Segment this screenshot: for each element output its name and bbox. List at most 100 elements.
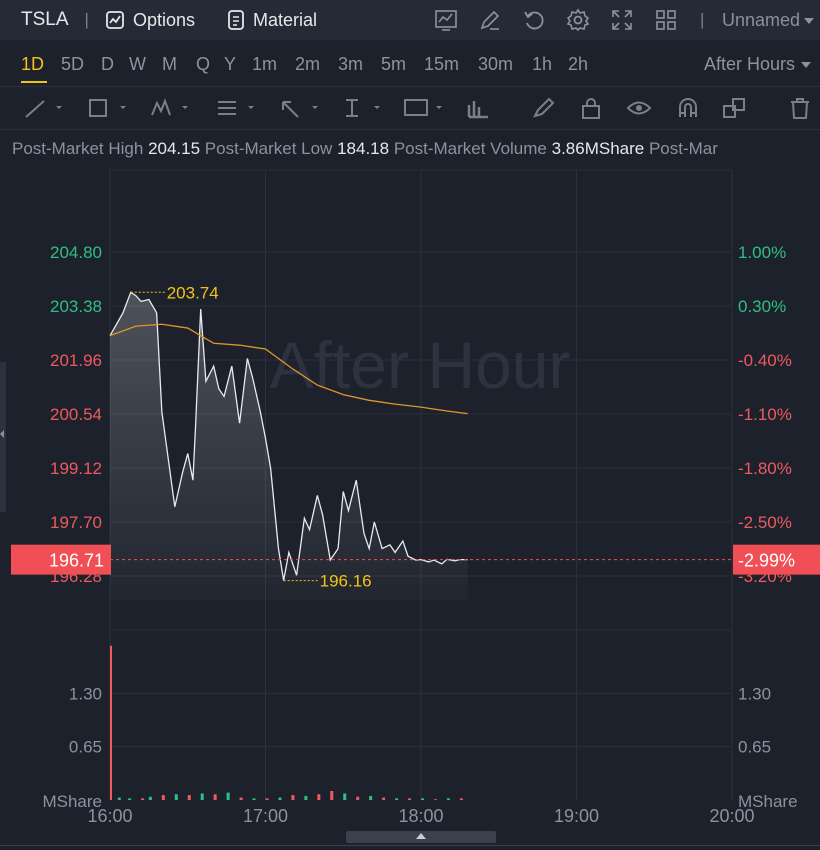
volume-bar xyxy=(226,792,230,800)
volume-bar xyxy=(148,796,152,800)
toolbar-icons xyxy=(434,8,698,32)
drawing-toolbar xyxy=(0,86,820,130)
timeframe-y[interactable]: Y xyxy=(224,54,236,75)
timeframe-1d[interactable]: 1D xyxy=(21,54,44,75)
percent-tick-label: -1.80% xyxy=(738,459,792,478)
text-tool-icon[interactable] xyxy=(404,97,442,119)
session-dropdown[interactable]: After Hours xyxy=(704,54,812,75)
volume-pane: 1.30 1.300.65 0.65MShare MShare xyxy=(42,645,798,811)
timeframe-2m[interactable]: 2m xyxy=(295,54,320,75)
stat-value: 184.18 xyxy=(337,139,390,158)
volume-bar xyxy=(110,645,112,800)
price-tick-label: 197.70 xyxy=(50,513,102,532)
eye-icon[interactable] xyxy=(626,97,652,119)
rectangle-tool-icon[interactable] xyxy=(88,97,126,119)
volume-bar xyxy=(265,798,269,800)
volume-bar xyxy=(291,795,295,800)
indicator-icon[interactable] xyxy=(434,8,460,32)
timeframe-3m[interactable]: 3m xyxy=(338,54,363,75)
volume-bar xyxy=(382,797,386,800)
layout-name-dropdown[interactable]: Unnamed xyxy=(722,10,815,31)
high-annotation: 203.74 xyxy=(167,283,219,302)
percent-tick-label: -0.40% xyxy=(738,351,792,370)
price-chart[interactable]: After Hour 204.80 203.38 201.96 200.54 199.1… xyxy=(0,160,820,850)
divider: | xyxy=(84,10,89,29)
post-market-stats: Post-Market High 204.15 Post-Market Low … xyxy=(12,139,718,159)
time-tick-label: 17:00 xyxy=(243,806,288,826)
layers-icon[interactable] xyxy=(722,97,746,119)
volume-bar xyxy=(128,798,132,800)
timeframe-bar: After Hours 1D 5D D W M Q Y 1m 2m 3m 5m 15m 30m 1h 2h xyxy=(0,40,820,84)
timeframe-5d[interactable]: 5D xyxy=(61,54,84,75)
price-tick-label: 201.96 xyxy=(50,351,102,370)
options-button[interactable]: Options xyxy=(105,10,195,31)
divider: | xyxy=(700,10,705,29)
timeframe-15m[interactable]: 15m xyxy=(424,54,459,75)
brush-icon[interactable] xyxy=(532,97,556,119)
price-tick-label: 200.54 xyxy=(50,405,102,424)
session-label: After Hours xyxy=(704,54,796,74)
edit-icon[interactable] xyxy=(478,8,504,32)
options-label: Options xyxy=(132,9,195,30)
volume-bar xyxy=(317,794,321,800)
stat-value: 204.15 xyxy=(148,139,201,158)
timeframe-w[interactable]: W xyxy=(129,54,146,75)
volume-bar xyxy=(369,795,373,800)
arrow-tool-icon[interactable] xyxy=(280,97,318,119)
timeframe-d[interactable]: D xyxy=(101,54,114,75)
timeframe-q[interactable]: Q xyxy=(196,54,210,75)
volume-tick-label: 0.65 xyxy=(69,738,102,757)
volume-bar xyxy=(252,798,256,800)
timeframe-1h[interactable]: 1h xyxy=(532,54,552,75)
material-label: Material xyxy=(253,9,318,30)
percent-tick-label: -2.50% xyxy=(738,513,792,532)
material-button[interactable]: Material xyxy=(227,10,317,31)
timeframe-5m[interactable]: 5m xyxy=(381,54,406,75)
price-tick-label: 204.80 xyxy=(50,243,102,262)
percent-axis: 1.00%0.30%-0.40%-1.10%-1.80%-2.50%-3.20% xyxy=(738,243,792,586)
volume-bar xyxy=(356,796,360,800)
fullscreen-icon[interactable] xyxy=(610,8,636,32)
current-percent-label: -2.99% xyxy=(738,551,795,571)
percent-tick-label: 0.30% xyxy=(738,297,786,316)
time-tick-label: 20:00 xyxy=(709,806,754,826)
document-icon xyxy=(228,10,244,30)
refresh-icon[interactable] xyxy=(522,8,548,32)
active-timeframe-indicator xyxy=(21,81,47,83)
timeframe-30m[interactable]: 30m xyxy=(478,54,513,75)
stat-value: 3.86MShare xyxy=(551,139,645,158)
trash-icon[interactable] xyxy=(788,97,812,119)
volume-bar xyxy=(433,799,437,800)
chart-watermark: After Hour xyxy=(270,328,571,402)
volume-profile-tool-icon[interactable] xyxy=(466,97,490,119)
chart-icon xyxy=(106,11,124,29)
timeframe-2h[interactable]: 2h xyxy=(568,54,588,75)
magnet-icon[interactable] xyxy=(676,97,700,119)
price-axis: 204.80 203.38 201.96 200.54 199.12 197.70 196.… xyxy=(50,243,102,586)
volume-bar xyxy=(278,797,282,800)
layout-grid-icon[interactable] xyxy=(654,8,680,32)
volume-bar xyxy=(459,798,463,800)
timeframe-m[interactable]: M xyxy=(162,54,177,75)
volume-bar xyxy=(421,798,424,800)
current-price-label: 196.71 xyxy=(49,551,104,571)
fib-tool-icon[interactable] xyxy=(216,97,254,119)
volume-bar xyxy=(200,793,204,800)
timeframe-1m[interactable]: 1m xyxy=(252,54,277,75)
volume-bar xyxy=(304,795,308,800)
divider xyxy=(0,845,820,846)
time-axis: 16:00 17:00 18:00 19:00 20:00 xyxy=(87,806,754,826)
measure-tool-icon[interactable] xyxy=(342,97,380,119)
chevron-down-icon xyxy=(804,18,815,25)
volume-bar xyxy=(117,797,121,800)
volume-bar xyxy=(187,795,191,800)
stat-label: Post-Market High xyxy=(12,139,144,158)
settings-icon[interactable] xyxy=(566,8,592,32)
trendline-tool-icon[interactable] xyxy=(24,97,62,119)
percent-tick-label: -1.10% xyxy=(738,405,792,424)
lock-icon[interactable] xyxy=(580,97,604,119)
stat-label: Post-Market Volume xyxy=(393,139,547,158)
symbol-label[interactable]: TSLA xyxy=(21,9,69,31)
percent-tick-label: 1.00% xyxy=(738,243,786,262)
pattern-tool-icon[interactable] xyxy=(150,97,188,119)
